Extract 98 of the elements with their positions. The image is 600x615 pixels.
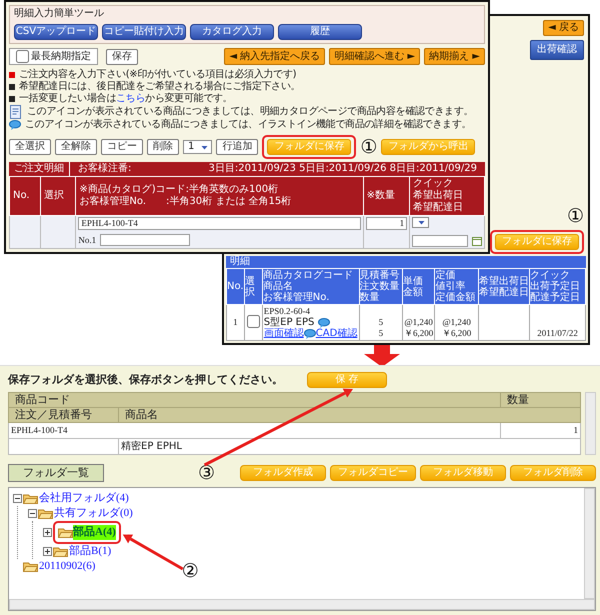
nav-button[interactable]: ◄ 納入先指定へ戻る [224,48,326,65]
column-header: 数量 [500,392,580,408]
scrollbar[interactable] [9,599,595,610]
callout-number: ③ [198,463,216,483]
bullet-icon [9,96,15,102]
row-button[interactable]: 全解除 [55,139,97,155]
note-text: このアイコンが表示されている商品につきましては、明細カタログページで商品内容を確認できます。 [27,106,474,118]
back-button[interactable]: ◄ 戻る [543,20,584,36]
note-text: ご注文内容を入力下さい(※印が付いている項目は必須入力です) [19,69,296,80]
expand-icon[interactable] [43,528,52,537]
row-button[interactable]: 削除 [147,139,179,155]
column-header: 商品名 [118,408,580,422]
add-row-button[interactable]: 行追加 [216,139,258,155]
note-text: 希望配達日には、後日配達をご希望される場合にご指定下さい。 [19,81,300,92]
count-select[interactable]: 1 [183,140,212,154]
link[interactable]: 画面確認 [264,328,304,339]
column-header: クイック 希望出荷日 希望配達日 [410,176,484,216]
checkbox[interactable] [16,50,29,63]
pointer-arrow [122,534,184,570]
scrollbar[interactable] [585,392,596,455]
column-header: No. [10,176,40,216]
column-header: 定価 値引率 定価金額 [434,268,479,304]
folder-link[interactable]: 部品B(1) [69,544,112,559]
quantity-field[interactable]: 1 [366,217,408,230]
section-title: 明細 [226,256,586,268]
calendar-icon [472,236,482,246]
caret-icon [417,218,426,227]
folder-icon [23,493,38,504]
table-cell: 1 [226,304,244,340]
folder-icon [38,508,53,519]
speech-bubble-icon [304,328,316,338]
table-cell: 1 [500,422,580,438]
expand-icon[interactable] [43,547,52,556]
down-arrow-icon [364,345,400,367]
tool-button[interactable]: コピー貼付け入力 [102,24,186,40]
link[interactable]: こちら [116,93,146,104]
column-header: 希望出荷日 希望配達日 [478,268,530,304]
column-header: 見積番号 注文数量 数量 [359,268,403,304]
collapse-icon[interactable] [13,494,22,503]
column-header: 注文／見積番号 [8,408,118,422]
callout-number: ① [566,206,584,226]
folder-icon [53,546,68,557]
tool-button[interactable]: 履歴 [278,24,362,40]
input-field[interactable] [100,234,190,246]
link[interactable]: CAD確認 [316,328,358,339]
price-text: @1,240 ￥6,200 [404,317,434,339]
catalog-icon [9,105,23,119]
speech-bubble-icon [318,318,330,328]
collapse-icon[interactable] [28,509,37,518]
instruction-text: 保存フォルダを選択後、保存ボタンを押してください。 [8,373,283,387]
folder-icon [58,527,73,538]
table-cell: 精密EP EPHL [118,438,580,454]
note-text: このアイコンが表示されている商品につきましては、イラストイン機能で商品の詳細を確認できます。 [25,119,472,131]
folder-link[interactable]: 部品A(4) [73,525,116,540]
row-button[interactable]: 全選択 [9,139,51,155]
required-marker-icon [9,72,15,78]
callout-number: ② [182,561,199,581]
section-label: フォルダ一覧 [8,464,104,482]
tool-button[interactable]: CSVアップロード [14,24,98,40]
header-label: お客様注番: [77,162,132,176]
speech-bubble-icon [9,120,21,130]
column-header: ※数量 [363,176,410,216]
folder-link[interactable]: 共有フォルダ(0) [54,506,133,521]
column-header: 単価 金額 [402,268,435,304]
row-checkbox[interactable] [246,314,260,328]
callout-number: ① [360,137,378,157]
ship-check-button[interactable]: 出荷確認 [530,40,584,60]
folder-link[interactable]: 20110902(6) [39,559,96,574]
column-header: クイック 出荷予定日 配達予定日 [530,268,586,304]
row-button[interactable]: コピー [101,139,143,155]
product-name: S型EP EPS [264,317,314,328]
price-text: @1,240 ￥6,200 [441,317,472,339]
date-field[interactable] [412,235,468,247]
scrollbar[interactable] [584,488,595,599]
folder-link[interactable]: 会社用フォルダ(4) [39,491,129,506]
note-text: 一括変更したい場合はこちらから変更可能です。 [19,93,232,105]
quantity-text: 5 5 [378,317,384,339]
tool-button[interactable]: カタログ入力 [190,24,274,40]
code-field[interactable]: EPHL4-100-T4 [78,217,361,230]
save-button[interactable]: 保存 [106,48,138,64]
bullet-icon [9,84,15,90]
folder-icon [23,561,38,572]
column-header: 選択 [40,176,76,216]
nav-button[interactable]: 明細確認へ進む ► [329,48,420,65]
table-cell: EPHL4-100-T4 [8,422,500,438]
column-header: 商品カタログコード 商品名 お客様管理No. [262,268,360,304]
column-header: 商品コード [8,392,500,408]
deadline-button[interactable]: 納期揃え ► [424,48,485,65]
header-dates: 3日目:2011/09/23 5日目:2011/09/26 8日目:2011/09/29 [208,162,478,176]
date-select[interactable] [412,217,430,228]
field-label: No.1 [78,234,96,246]
tool-title: 明細入力簡単ツール [14,8,105,20]
column-header: 選択 [244,268,262,304]
date-text: 2011/07/22 [536,328,579,339]
column-header: ※商品(カタログ)コード:半角英数のみ100桁 お客様管理No. :半角30桁 または 全角15桁 [76,176,364,216]
product-code: EPS0.2-60-4 [264,306,312,316]
column-header: No. [226,268,244,304]
checkbox-label: 最長納期指定 [31,50,91,62]
